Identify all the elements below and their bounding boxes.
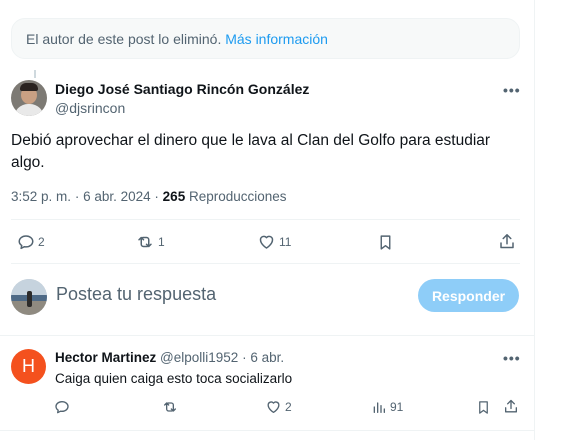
views-count: 265 bbox=[162, 189, 186, 204]
tweet-time[interactable]: 3:52 p. m. bbox=[11, 189, 71, 204]
reply-views-button[interactable]: 91 bbox=[371, 399, 403, 415]
reply-icon bbox=[18, 235, 34, 250]
reply-avatar[interactable]: H bbox=[11, 349, 46, 384]
retweet-button[interactable]: 1 bbox=[135, 233, 165, 251]
divider bbox=[11, 263, 520, 264]
like-button[interactable]: 11 bbox=[257, 233, 291, 251]
reply-count: 2 bbox=[38, 235, 45, 249]
bookmark-icon bbox=[479, 401, 488, 414]
more-options-icon[interactable]: ••• bbox=[503, 350, 521, 366]
meta-separator: · bbox=[154, 189, 159, 204]
tweet-text: Debió aprovechar el dinero que le lava a… bbox=[11, 132, 491, 171]
reply-bookmark-button[interactable] bbox=[476, 399, 491, 416]
divider bbox=[0, 335, 535, 336]
reply-header: Hector Martinez @elpolli1952 · 6 abr. bbox=[55, 350, 284, 365]
thread-connector bbox=[34, 70, 36, 78]
author-name[interactable]: Diego José Santiago Rincón González bbox=[55, 81, 309, 97]
current-user-avatar[interactable] bbox=[11, 279, 47, 315]
more-info-link[interactable]: Más información bbox=[225, 31, 328, 47]
avatar[interactable] bbox=[11, 80, 47, 116]
share-icon bbox=[500, 234, 514, 249]
divider bbox=[11, 219, 520, 220]
reply-date[interactable]: 6 abr. bbox=[250, 350, 284, 365]
share-icon bbox=[505, 399, 517, 413]
like-count: 11 bbox=[279, 235, 292, 249]
tweet-meta: 3:52 p. m. · 6 abr. 2024 · 265 Reproducc… bbox=[11, 189, 287, 204]
bookmark-icon bbox=[380, 235, 391, 250]
timeline-column: El autor de este post lo eliminó. Más in… bbox=[0, 0, 535, 440]
share-button[interactable] bbox=[498, 232, 516, 251]
reply-reply-button[interactable] bbox=[54, 399, 73, 415]
retweet-count: 1 bbox=[158, 235, 165, 249]
reply-author-handle[interactable]: @elpolli1952 bbox=[160, 350, 238, 365]
tweet-date[interactable]: 6 abr. 2024 bbox=[83, 189, 151, 204]
reply-text: Caiga quien caiga esto toca socializarlo bbox=[55, 371, 293, 386]
reply-icon bbox=[55, 401, 69, 414]
heart-icon bbox=[267, 401, 280, 413]
reply-button[interactable]: 2 bbox=[17, 233, 45, 251]
retweet-icon bbox=[164, 402, 176, 412]
heart-icon bbox=[259, 235, 274, 249]
views-label: Reproducciones bbox=[188, 189, 287, 204]
reply-views-count: 91 bbox=[390, 400, 404, 414]
bookmark-button[interactable] bbox=[377, 233, 394, 252]
reply-share-button[interactable] bbox=[503, 398, 519, 415]
avatar-letter: H bbox=[22, 356, 35, 376]
author-handle[interactable]: @djsrincon bbox=[55, 100, 125, 116]
reply-retweet-button[interactable] bbox=[161, 399, 182, 415]
reply-submit-button[interactable]: Responder bbox=[418, 279, 519, 312]
views-chart-icon bbox=[373, 402, 385, 413]
meta-separator: · bbox=[74, 189, 80, 204]
reply-like-button[interactable]: 2 bbox=[265, 399, 292, 415]
divider bbox=[0, 430, 535, 431]
reply-input[interactable]: Postea tu respuesta bbox=[56, 284, 216, 305]
more-options-icon[interactable]: ••• bbox=[503, 82, 521, 98]
retweet-icon bbox=[138, 236, 152, 248]
meta-separator: · bbox=[242, 350, 247, 365]
notice-text: El autor de este post lo eliminó. bbox=[26, 31, 222, 47]
reply-author-name[interactable]: Hector Martinez bbox=[55, 350, 156, 365]
reply-like-count: 2 bbox=[285, 400, 292, 414]
deleted-post-notice: El autor de este post lo eliminó. Más in… bbox=[11, 18, 520, 59]
